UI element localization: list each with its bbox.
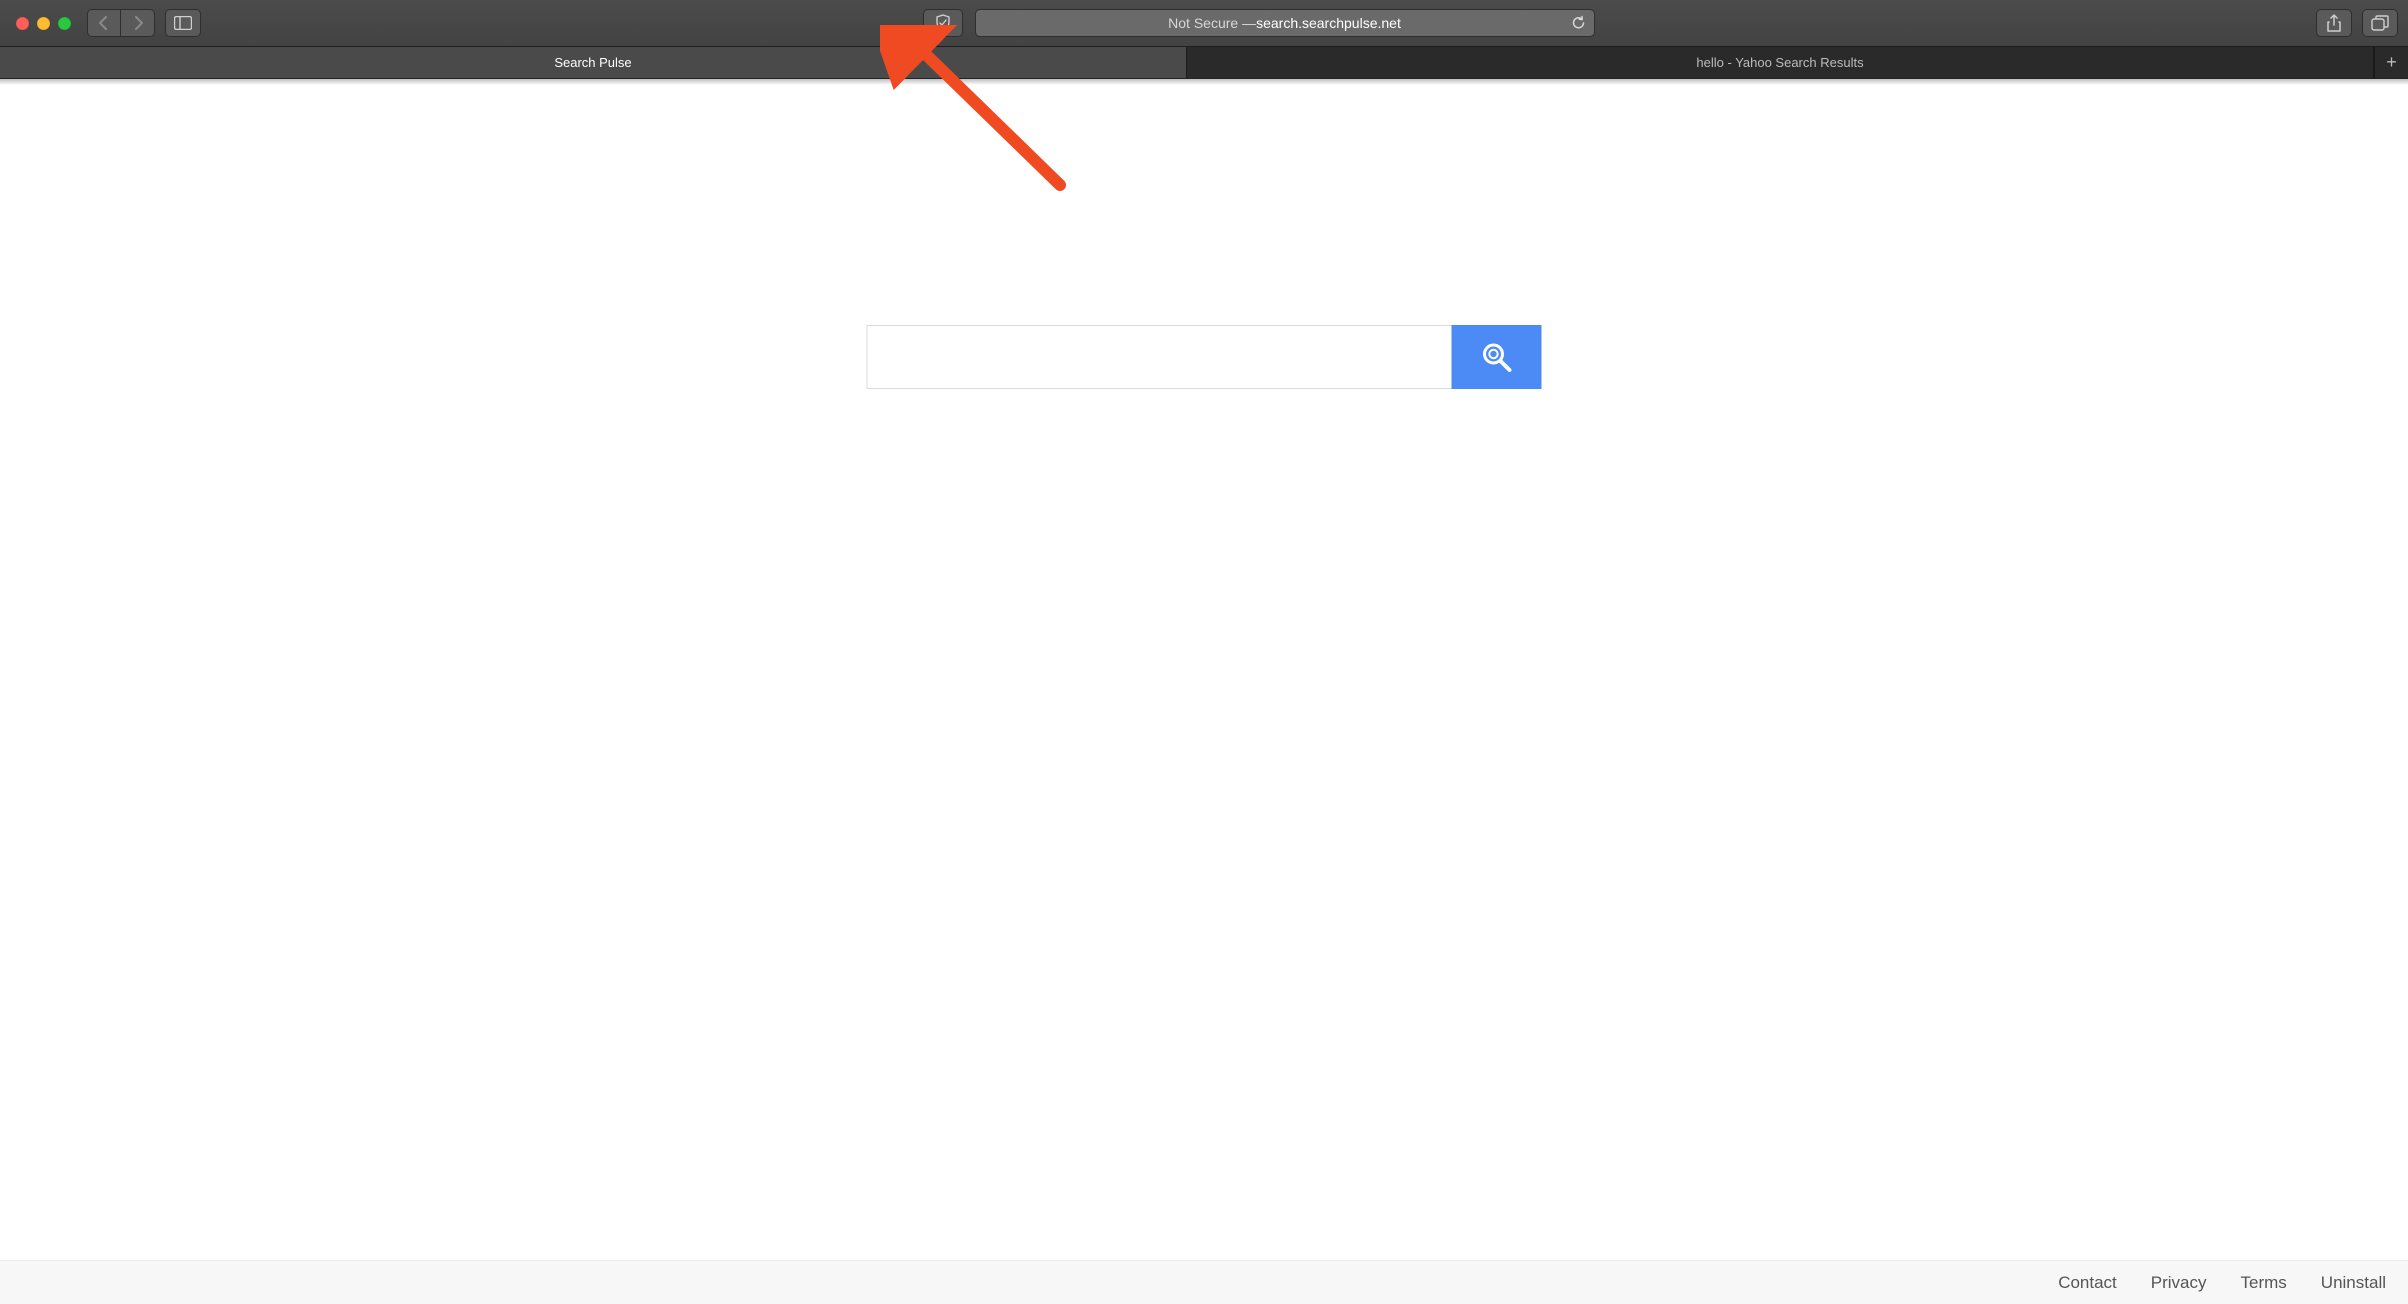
browser-chrome: Not Secure — search.searchpulse.net Sear…	[0, 0, 2408, 79]
tab-label: hello - Yahoo Search Results	[1696, 55, 1863, 70]
chevron-right-icon	[132, 16, 144, 30]
toolbar: Not Secure — search.searchpulse.net	[0, 0, 2408, 46]
footer-link-uninstall[interactable]: Uninstall	[2321, 1273, 2386, 1293]
magnifier-icon	[1480, 340, 1514, 374]
footer-link-privacy[interactable]: Privacy	[2151, 1273, 2207, 1293]
plus-icon: +	[2386, 52, 2397, 73]
footer-link-terms[interactable]: Terms	[2241, 1273, 2287, 1293]
fullscreen-window-button[interactable]	[58, 17, 71, 30]
close-window-button[interactable]	[16, 17, 29, 30]
tab-yahoo-results[interactable]: hello - Yahoo Search Results	[1187, 47, 2374, 78]
sidebar-icon	[174, 16, 192, 30]
search-form	[867, 325, 1542, 389]
reload-button[interactable]	[1571, 16, 1586, 31]
privacy-shield-button[interactable]	[923, 9, 963, 37]
minimize-window-button[interactable]	[37, 17, 50, 30]
new-tab-button[interactable]: +	[2374, 47, 2408, 78]
nav-buttons	[87, 9, 155, 37]
tab-search-pulse[interactable]: Search Pulse	[0, 47, 1187, 78]
share-icon	[2326, 14, 2342, 32]
tab-label: Search Pulse	[554, 55, 631, 70]
footer-link-contact[interactable]: Contact	[2058, 1273, 2117, 1293]
address-host: search.searchpulse.net	[1256, 15, 1401, 31]
window-controls	[16, 17, 71, 30]
tabs-overview-button[interactable]	[2362, 9, 2398, 37]
page-content	[0, 85, 2408, 1260]
chevron-left-icon	[98, 16, 110, 30]
footer: Contact Privacy Terms Uninstall	[0, 1260, 2408, 1304]
tabs-icon	[2371, 15, 2389, 31]
address-security-label: Not Secure —	[1168, 15, 1256, 31]
address-area: Not Secure — search.searchpulse.net	[391, 9, 2126, 37]
search-input[interactable]	[867, 325, 1452, 389]
reload-icon	[1571, 16, 1586, 31]
right-toolbar	[2316, 9, 2398, 37]
address-bar[interactable]: Not Secure — search.searchpulse.net	[975, 9, 1595, 37]
search-button[interactable]	[1452, 325, 1542, 389]
shield-icon	[934, 14, 952, 32]
tab-strip: Search Pulse hello - Yahoo Search Result…	[0, 46, 2408, 78]
sidebar-toggle-button[interactable]	[165, 9, 201, 37]
share-button[interactable]	[2316, 9, 2352, 37]
forward-button[interactable]	[121, 9, 155, 37]
back-button[interactable]	[87, 9, 121, 37]
